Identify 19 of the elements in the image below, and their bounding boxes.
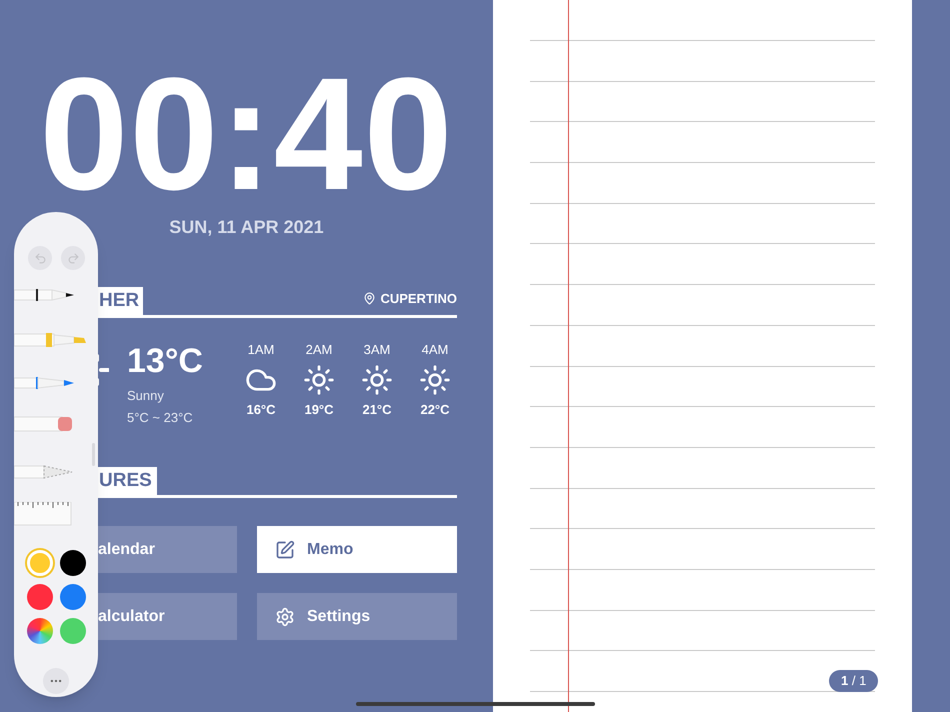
hour-label: 1AM [248,341,274,359]
hour-label: 2AM [306,341,332,359]
hour-temperature: 21°C [362,400,392,418]
date-label: SUN, 11 APR 2021 [169,216,324,239]
feature-button[interactable]: alendar [97,526,237,573]
clock-time: 00:40 [38,54,455,214]
weather-condition: Sunny [127,387,165,405]
hour-temperature: 19°C [304,400,334,418]
current-temperature: 13°C [127,344,204,378]
hour-temperature: 22°C [420,400,450,418]
feature-button[interactable]: alculator [97,593,237,640]
location-label: CUPERTINO [380,290,457,308]
hour-label: 3AM [364,341,390,359]
hour-label: 4AM [422,341,448,359]
hour-temperature: 16°C [246,400,276,418]
feature-button[interactable]: Settings [257,593,457,640]
page-indicator[interactable]: 1 / 1 [829,670,878,692]
temperature-range: 5°C ~ 23°C [127,408,194,426]
feature-button[interactable]: Memo [257,526,457,573]
